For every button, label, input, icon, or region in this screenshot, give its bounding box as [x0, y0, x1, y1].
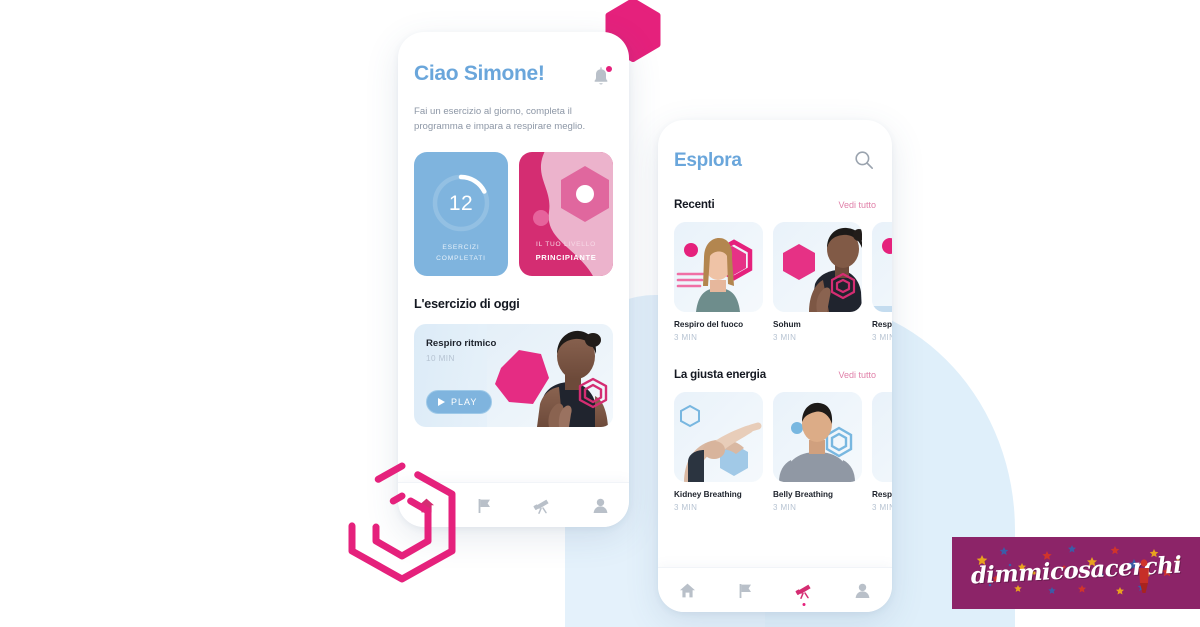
tab-explore[interactable]: [791, 577, 817, 606]
stat-card-level[interactable]: IL TUO LIVELLO PRINCIPIANTE: [519, 151, 613, 276]
exercise-card[interactable]: Belly Breathing 3 MIN: [773, 392, 862, 512]
level-label-top: IL TUO LIVELLO: [536, 240, 596, 248]
tab-programs[interactable]: [733, 577, 759, 603]
exercise-name: Sohum: [773, 320, 801, 329]
phone-right: Esplora Recenti Vedi tutto Respiro del f…: [658, 120, 892, 612]
stat-label-line2: COMPLETATI: [436, 254, 486, 262]
level-label-value: PRINCIPIANTE: [535, 252, 597, 262]
stat-value: 12: [448, 191, 474, 215]
tab-active-dot: [802, 603, 806, 606]
today-section-title: L'esercizio di oggi: [414, 296, 520, 311]
notification-bell-button[interactable]: [591, 66, 613, 90]
home-icon: [679, 583, 695, 597]
person-icon: [855, 583, 870, 598]
exercise-duration: 3 MIN: [773, 333, 797, 342]
flag-icon: [478, 498, 491, 513]
exercise-thumbnail: [674, 222, 763, 312]
page-title: Ciao Simone!: [414, 62, 545, 85]
person-icon: [593, 498, 608, 513]
section-title-energia: La giusta energia: [674, 368, 766, 381]
phone-left: Ciao Simone! Fai un esercizio al giorno,…: [398, 32, 629, 527]
tab-explore[interactable]: [529, 492, 555, 518]
exercise-name: Respiro: [872, 320, 892, 329]
exercise-name: Respiro del fuoco: [674, 320, 744, 329]
tab-profile[interactable]: [850, 577, 876, 603]
play-icon: [438, 397, 445, 406]
telescope-icon: [533, 499, 549, 514]
exercise-thumbnail: [773, 222, 862, 312]
section-header-recenti: Recenti Vedi tutto: [674, 198, 876, 211]
stat-card-exercises-completed[interactable]: 12 ESERCIZI COMPLETATI: [414, 151, 508, 276]
section-header-energia: La giusta energia Vedi tutto: [674, 368, 876, 381]
exercise-duration: 3 MIN: [872, 503, 892, 512]
explore-header: Esplora: [674, 120, 876, 172]
cards-row-energia: Kidney Breathing 3 MIN Belly Breathing 3…: [674, 392, 892, 512]
watermark-figure-icon: [1139, 559, 1149, 593]
see-all-link-recenti[interactable]: Vedi tutto: [838, 200, 876, 210]
today-exercise-card[interactable]: Respiro ritmico 10 MIN PLAY: [414, 323, 613, 427]
exercise-duration: 3 MIN: [773, 503, 797, 512]
play-button[interactable]: PLAY: [426, 389, 493, 414]
greeting-row: Ciao Simone!: [414, 32, 613, 90]
exercise-duration: 3 MIN: [872, 333, 892, 342]
telescope-icon: [795, 584, 811, 599]
exercise-thumbnail: [674, 392, 763, 482]
subtitle-text: Fai un esercizio al giorno, completa il …: [414, 106, 586, 132]
exercise-name: Kidney Breathing: [674, 490, 742, 499]
stat-label-line1: ESERCIZI: [442, 244, 480, 252]
tab-programs[interactable]: [472, 492, 498, 518]
exercise-duration: 3 MIN: [674, 503, 698, 512]
exercise-card[interactable]: Respiro del fuoco 3 MIN: [674, 222, 763, 342]
today-exercise-title: Respiro ritmico: [426, 337, 497, 349]
exercise-name: Belly Breathing: [773, 490, 834, 499]
exercise-card[interactable]: Respiro 3 MIN: [872, 222, 892, 342]
tabbar-right: [658, 567, 892, 612]
today-exercise-duration: 10 MIN: [426, 353, 455, 363]
exercise-duration: 3 MIN: [674, 333, 698, 342]
exercise-name: Respir: [872, 490, 892, 499]
exercise-thumbnail: [872, 392, 892, 482]
stat-label: ESERCIZI COMPLETATI: [414, 243, 508, 263]
exercise-card[interactable]: Kidney Breathing 3 MIN: [674, 392, 763, 512]
explore-title: Esplora: [674, 150, 742, 171]
tab-home[interactable]: [674, 577, 700, 603]
exercise-card[interactable]: Sohum 3 MIN: [773, 222, 862, 342]
search-button[interactable]: [854, 150, 876, 172]
see-all-link-energia[interactable]: Vedi tutto: [838, 370, 876, 380]
hexagon-outline-pink-icon: [348, 462, 456, 583]
exercise-thumbnail: [872, 222, 892, 312]
play-button-label: PLAY: [451, 396, 478, 407]
tab-profile[interactable]: [587, 492, 613, 518]
watermark-banner: dimmicosacerchi: [952, 537, 1200, 609]
exercise-photo: [487, 323, 613, 427]
stats-row: 12 ESERCIZI COMPLETATI IL TUO LIVELLO PR…: [414, 151, 613, 276]
screenshot-canvas: Ciao Simone! Fai un esercizio al giorno,…: [0, 0, 1200, 627]
flag-icon: [739, 583, 752, 598]
exercise-card[interactable]: Respir 3 MIN: [872, 392, 892, 512]
exercise-thumbnail: [773, 392, 862, 482]
level-label: IL TUO LIVELLO PRINCIPIANTE: [519, 240, 613, 264]
cards-row-recenti: Respiro del fuoco 3 MIN Sohum 3 MIN Resp…: [674, 222, 892, 342]
search-icon: [855, 151, 873, 169]
section-title-recenti: Recenti: [674, 198, 715, 211]
notification-dot: [606, 66, 612, 72]
